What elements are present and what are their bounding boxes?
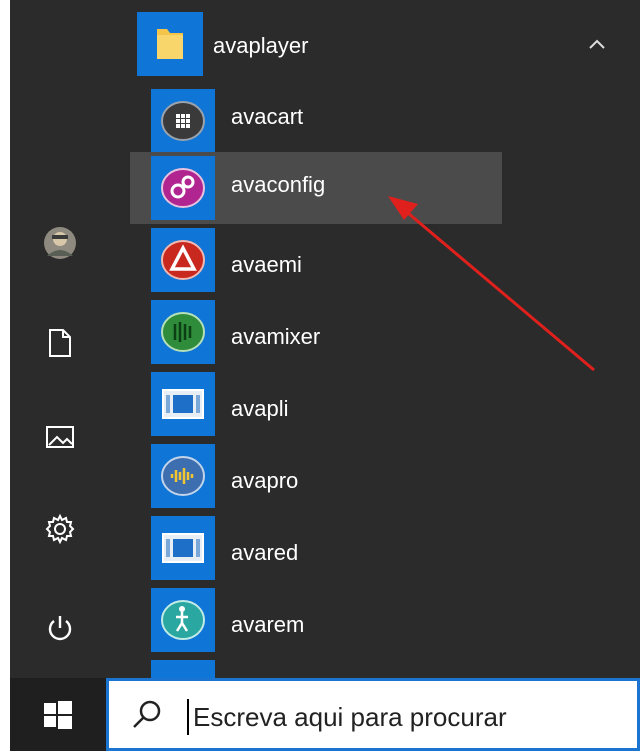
start-button[interactable] <box>10 678 106 751</box>
app-item-avaemi[interactable]: avaemi <box>130 224 620 296</box>
pictures-button[interactable] <box>35 412 85 462</box>
document-icon <box>49 329 71 357</box>
avatar <box>44 227 76 259</box>
app-tile <box>151 156 215 220</box>
taskbar <box>10 678 640 751</box>
folder-label: avaplayer <box>213 33 309 58</box>
avaemi-icon <box>161 240 205 280</box>
power-icon <box>48 616 72 641</box>
avarem-icon <box>161 600 205 640</box>
app-label: avarem <box>231 612 305 637</box>
app-label: avamixer <box>231 324 321 349</box>
app-label: avacart <box>231 104 304 129</box>
app-item-avacart[interactable]: avacart <box>130 80 620 153</box>
avacart-icon <box>161 101 205 141</box>
app-label: avaemi <box>231 252 302 277</box>
search-box[interactable] <box>106 678 640 751</box>
settings-button[interactable] <box>35 504 85 554</box>
search-icon <box>133 700 161 728</box>
app-label: avapro <box>231 468 299 493</box>
app-tile <box>151 228 215 292</box>
avaconfig-icon <box>161 168 205 208</box>
app-item-avared[interactable]: avared <box>130 512 620 584</box>
app-label: avapli <box>231 396 289 421</box>
app-tile <box>151 300 215 364</box>
user-avatar-button[interactable] <box>35 218 85 268</box>
folder-tile <box>137 12 203 76</box>
app-tile <box>151 516 215 580</box>
app-item-partial[interactable] <box>130 656 620 678</box>
app-tile <box>151 588 215 652</box>
app-item-avapro[interactable]: avapro <box>130 440 620 512</box>
start-rail <box>10 0 110 678</box>
app-list: avaplayer avacart avaconfig avaemi avami… <box>130 0 640 678</box>
search-input[interactable] <box>191 694 625 740</box>
chevron-up-icon[interactable] <box>586 36 608 52</box>
avapli-icon <box>162 389 204 419</box>
picture-icon <box>46 426 74 448</box>
app-tile <box>151 372 215 436</box>
avared-icon <box>162 533 204 563</box>
gear-icon <box>45 513 75 545</box>
folder-icon <box>157 29 183 59</box>
app-item-avaconfig[interactable]: avaconfig <box>130 152 502 224</box>
power-button[interactable] <box>35 603 85 653</box>
app-label: avared <box>231 540 299 565</box>
app-item-avarem[interactable]: avarem <box>130 584 620 656</box>
start-menu: avaplayer avacart avaconfig avaemi avami… <box>10 0 640 678</box>
app-tile <box>151 89 215 153</box>
app-tile <box>151 660 215 678</box>
app-item-avamixer[interactable]: avamixer <box>130 296 620 368</box>
avapro-icon <box>161 456 205 496</box>
text-caret <box>187 699 189 735</box>
app-tile <box>151 444 215 508</box>
avamixer-icon <box>161 312 205 352</box>
windows-logo-icon <box>44 700 72 729</box>
folder-avaplayer[interactable]: avaplayer <box>130 0 620 80</box>
documents-button[interactable] <box>35 318 85 368</box>
app-label: avaconfig <box>231 172 326 197</box>
app-item-avapli[interactable]: avapli <box>130 368 620 440</box>
